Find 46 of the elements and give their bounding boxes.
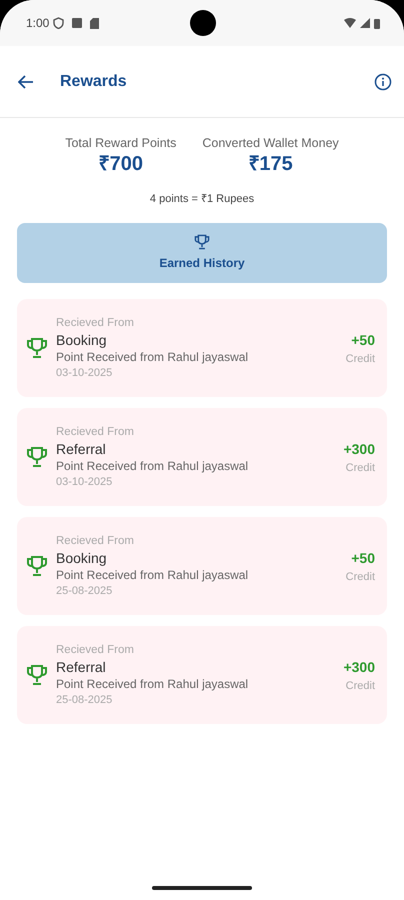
image-icon	[72, 18, 82, 28]
transaction-description: Point Received from Rahul jayaswal	[56, 676, 250, 694]
battery-icon	[374, 18, 380, 28]
summary-value: ₹700	[98, 152, 144, 175]
points-amount: +50	[350, 548, 375, 568]
transaction-source: Referral	[56, 440, 107, 458]
transaction-date: 25-08-2025	[56, 693, 114, 708]
sd-card-icon	[90, 18, 100, 28]
camera-cutout	[190, 10, 216, 36]
transaction-description: Point Received from Rahul jayaswal	[56, 567, 250, 584]
points-amount: +50	[350, 330, 375, 350]
transaction-date: 03-10-2025	[56, 475, 114, 490]
transaction-source: Booking	[56, 549, 108, 568]
points-amount: +300	[343, 658, 375, 676]
page-title: Rewards	[60, 72, 127, 92]
trophy-icon	[26, 664, 48, 686]
back-arrow-icon[interactable]	[18, 74, 34, 88]
summary-label: Total Reward Points	[65, 135, 176, 152]
wifi-icon	[344, 18, 356, 28]
transaction-source: Booking	[56, 331, 108, 350]
summary-value: ₹175	[247, 152, 294, 175]
summary-label: Converted Wallet Money	[202, 135, 339, 152]
transaction-type: Credit	[346, 570, 375, 584]
transaction-date: 25-08-2025	[56, 584, 114, 598]
trophy-icon	[26, 446, 48, 468]
signal-icon	[360, 18, 370, 28]
trophy-icon	[26, 337, 48, 360]
trophy-icon	[194, 234, 210, 250]
transaction-source: Referral	[56, 658, 107, 676]
status-time: 1:00	[26, 15, 50, 32]
conversion-note: 4 points = ₹1 Rupees	[148, 192, 256, 207]
trophy-icon	[26, 555, 48, 578]
transaction-caption: Recieved From	[56, 316, 135, 332]
transaction-description: Point Received from Rahul jayaswal	[56, 458, 250, 476]
transaction-description: Point Received from Rahul jayaswal	[56, 349, 250, 366]
transaction-caption: Recieved From	[56, 425, 135, 440]
transaction-date: 03-10-2025	[56, 366, 114, 380]
earned-history-tab[interactable]: Earned History	[17, 223, 387, 284]
transaction-type: Credit	[344, 678, 375, 694]
shield-icon	[53, 17, 64, 29]
transaction-caption: Recieved From	[56, 534, 135, 550]
transaction-type: Credit	[346, 352, 375, 366]
transaction-type: Credit	[344, 460, 375, 476]
info-icon[interactable]	[374, 72, 392, 90]
points-amount: +300	[343, 440, 375, 458]
transaction-caption: Recieved From	[56, 643, 135, 658]
